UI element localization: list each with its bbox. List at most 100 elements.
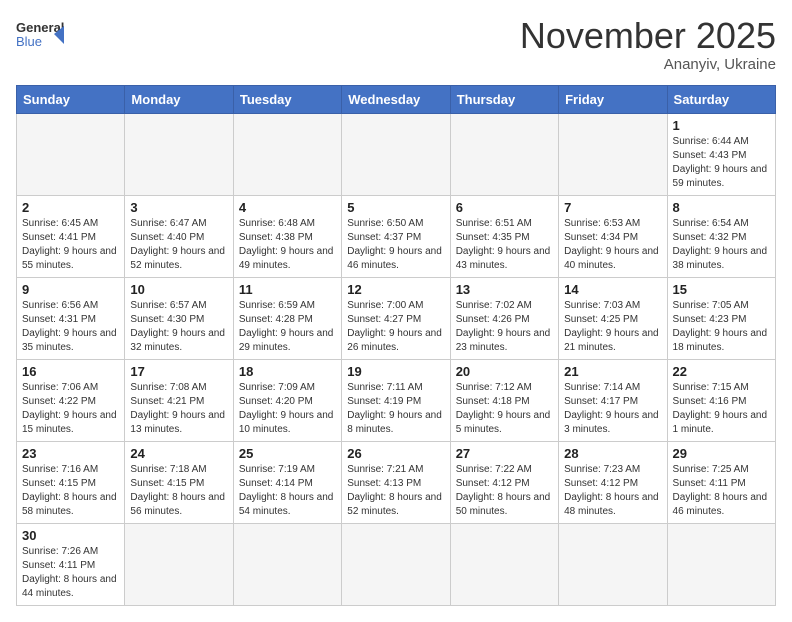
calendar-cell: 2 Sunrise: 6:45 AM Sunset: 4:41 PM Daylig… (17, 195, 125, 277)
calendar: SundayMondayTuesdayWednesdayThursdayFrid… (16, 85, 776, 606)
day-number: 13 (456, 282, 553, 297)
calendar-cell: 17 Sunrise: 7:08 AM Sunset: 4:21 PM Dayli… (125, 359, 233, 441)
day-info: Sunrise: 6:57 AM Sunset: 4:30 PM Dayligh… (130, 299, 227, 355)
day-info: Sunrise: 7:18 AM Sunset: 4:15 PM Dayligh… (130, 463, 227, 519)
calendar-cell: 28 Sunrise: 7:23 AM Sunset: 4:12 PM Dayli… (559, 441, 667, 523)
day-number: 3 (130, 200, 227, 215)
calendar-cell: 24 Sunrise: 7:18 AM Sunset: 4:15 PM Dayli… (125, 441, 233, 523)
day-info: Sunrise: 6:47 AM Sunset: 4:40 PM Dayligh… (130, 217, 227, 273)
day-number: 12 (347, 282, 444, 297)
day-number: 22 (673, 364, 770, 379)
day-info: Sunrise: 6:45 AM Sunset: 4:41 PM Dayligh… (22, 217, 119, 273)
day-number: 10 (130, 282, 227, 297)
calendar-row: 23Sunrise: 7:16 AM Sunset: 4:15 PM Dayli… (17, 441, 776, 523)
weekday-header-row: SundayMondayTuesdayWednesdayThursdayFrid… (17, 85, 776, 113)
weekday-wednesday: Wednesday (342, 85, 450, 113)
day-number: 4 (239, 200, 336, 215)
day-info: Sunrise: 7:05 AM Sunset: 4:23 PM Dayligh… (673, 299, 770, 355)
day-number: 17 (130, 364, 227, 379)
day-number: 18 (239, 364, 336, 379)
month-title: November 2025 (520, 16, 776, 56)
calendar-cell: 12Sunrise: 7:00 AM Sunset: 4:27 PM Dayli… (342, 277, 450, 359)
day-info: Sunrise: 7:08 AM Sunset: 4:21 PM Dayligh… (130, 381, 227, 437)
calendar-cell (559, 113, 667, 195)
day-info: Sunrise: 6:44 AM Sunset: 4:43 PM Dayligh… (673, 135, 770, 191)
calendar-cell: 23Sunrise: 7:16 AM Sunset: 4:15 PM Dayli… (17, 441, 125, 523)
calendar-cell: 10 Sunrise: 6:57 AM Sunset: 4:30 PM Dayli… (125, 277, 233, 359)
calendar-cell: 27 Sunrise: 7:22 AM Sunset: 4:12 PM Dayli… (450, 441, 558, 523)
calendar-cell: 9 Sunrise: 6:56 AM Sunset: 4:31 PM Daylig… (17, 277, 125, 359)
calendar-cell (125, 113, 233, 195)
day-number: 14 (564, 282, 661, 297)
day-info: Sunrise: 7:23 AM Sunset: 4:12 PM Dayligh… (564, 463, 661, 519)
day-number: 24 (130, 446, 227, 461)
calendar-cell (342, 113, 450, 195)
day-number: 9 (22, 282, 119, 297)
calendar-cell: 8 Sunrise: 6:54 AM Sunset: 4:32 PM Daylig… (667, 195, 775, 277)
weekday-friday: Friday (559, 85, 667, 113)
day-number: 20 (456, 364, 553, 379)
calendar-cell: 22Sunrise: 7:15 AM Sunset: 4:16 PM Dayli… (667, 359, 775, 441)
calendar-cell (17, 113, 125, 195)
day-info: Sunrise: 6:48 AM Sunset: 4:38 PM Dayligh… (239, 217, 336, 273)
day-info: Sunrise: 7:11 AM Sunset: 4:19 PM Dayligh… (347, 381, 444, 437)
weekday-saturday: Saturday (667, 85, 775, 113)
day-info: Sunrise: 7:09 AM Sunset: 4:20 PM Dayligh… (239, 381, 336, 437)
day-info: Sunrise: 7:22 AM Sunset: 4:12 PM Dayligh… (456, 463, 553, 519)
calendar-cell: 1Sunrise: 6:44 AM Sunset: 4:43 PM Daylig… (667, 113, 775, 195)
day-number: 30 (22, 528, 119, 543)
day-number: 19 (347, 364, 444, 379)
day-number: 29 (673, 446, 770, 461)
day-info: Sunrise: 6:56 AM Sunset: 4:31 PM Dayligh… (22, 299, 119, 355)
calendar-row: 30 Sunrise: 7:26 AM Sunset: 4:11 PM Dayli… (17, 523, 776, 605)
calendar-cell (233, 113, 341, 195)
weekday-thursday: Thursday (450, 85, 558, 113)
page-header: General Blue November 2025 Ananyiv, Ukra… (16, 16, 776, 73)
calendar-cell (450, 113, 558, 195)
day-info: Sunrise: 6:50 AM Sunset: 4:37 PM Dayligh… (347, 217, 444, 273)
day-info: Sunrise: 6:53 AM Sunset: 4:34 PM Dayligh… (564, 217, 661, 273)
calendar-cell: 6 Sunrise: 6:51 AM Sunset: 4:35 PM Daylig… (450, 195, 558, 277)
day-number: 8 (673, 200, 770, 215)
day-info: Sunrise: 7:12 AM Sunset: 4:18 PM Dayligh… (456, 381, 553, 437)
calendar-row: 1Sunrise: 6:44 AM Sunset: 4:43 PM Daylig… (17, 113, 776, 195)
day-info: Sunrise: 7:21 AM Sunset: 4:13 PM Dayligh… (347, 463, 444, 519)
day-number: 5 (347, 200, 444, 215)
day-number: 25 (239, 446, 336, 461)
day-number: 11 (239, 282, 336, 297)
day-info: Sunrise: 6:51 AM Sunset: 4:35 PM Dayligh… (456, 217, 553, 273)
day-info: Sunrise: 7:25 AM Sunset: 4:11 PM Dayligh… (673, 463, 770, 519)
calendar-cell: 7 Sunrise: 6:53 AM Sunset: 4:34 PM Daylig… (559, 195, 667, 277)
calendar-cell: 15Sunrise: 7:05 AM Sunset: 4:23 PM Dayli… (667, 277, 775, 359)
day-number: 27 (456, 446, 553, 461)
calendar-cell: 19 Sunrise: 7:11 AM Sunset: 4:19 PM Dayli… (342, 359, 450, 441)
day-info: Sunrise: 7:02 AM Sunset: 4:26 PM Dayligh… (456, 299, 553, 355)
calendar-row: 2 Sunrise: 6:45 AM Sunset: 4:41 PM Daylig… (17, 195, 776, 277)
calendar-cell: 25Sunrise: 7:19 AM Sunset: 4:14 PM Dayli… (233, 441, 341, 523)
day-info: Sunrise: 6:59 AM Sunset: 4:28 PM Dayligh… (239, 299, 336, 355)
day-number: 7 (564, 200, 661, 215)
calendar-cell: 29 Sunrise: 7:25 AM Sunset: 4:11 PM Dayli… (667, 441, 775, 523)
logo: General Blue (16, 16, 64, 56)
day-info: Sunrise: 6:54 AM Sunset: 4:32 PM Dayligh… (673, 217, 770, 273)
day-number: 2 (22, 200, 119, 215)
location: Ananyiv, Ukraine (520, 56, 776, 73)
day-number: 28 (564, 446, 661, 461)
calendar-cell: 5 Sunrise: 6:50 AM Sunset: 4:37 PM Daylig… (342, 195, 450, 277)
day-info: Sunrise: 7:26 AM Sunset: 4:11 PM Dayligh… (22, 545, 119, 601)
calendar-cell: 3 Sunrise: 6:47 AM Sunset: 4:40 PM Daylig… (125, 195, 233, 277)
calendar-cell: 14 Sunrise: 7:03 AM Sunset: 4:25 PM Dayli… (559, 277, 667, 359)
logo-svg: General Blue (16, 16, 64, 56)
calendar-cell: 18 Sunrise: 7:09 AM Sunset: 4:20 PM Dayli… (233, 359, 341, 441)
day-info: Sunrise: 7:03 AM Sunset: 4:25 PM Dayligh… (564, 299, 661, 355)
calendar-row: 16Sunrise: 7:06 AM Sunset: 4:22 PM Dayli… (17, 359, 776, 441)
calendar-cell: 26Sunrise: 7:21 AM Sunset: 4:13 PM Dayli… (342, 441, 450, 523)
calendar-cell (233, 523, 341, 605)
weekday-tuesday: Tuesday (233, 85, 341, 113)
day-number: 6 (456, 200, 553, 215)
day-info: Sunrise: 7:06 AM Sunset: 4:22 PM Dayligh… (22, 381, 119, 437)
day-info: Sunrise: 7:16 AM Sunset: 4:15 PM Dayligh… (22, 463, 119, 519)
day-info: Sunrise: 7:14 AM Sunset: 4:17 PM Dayligh… (564, 381, 661, 437)
calendar-cell (342, 523, 450, 605)
calendar-cell (450, 523, 558, 605)
